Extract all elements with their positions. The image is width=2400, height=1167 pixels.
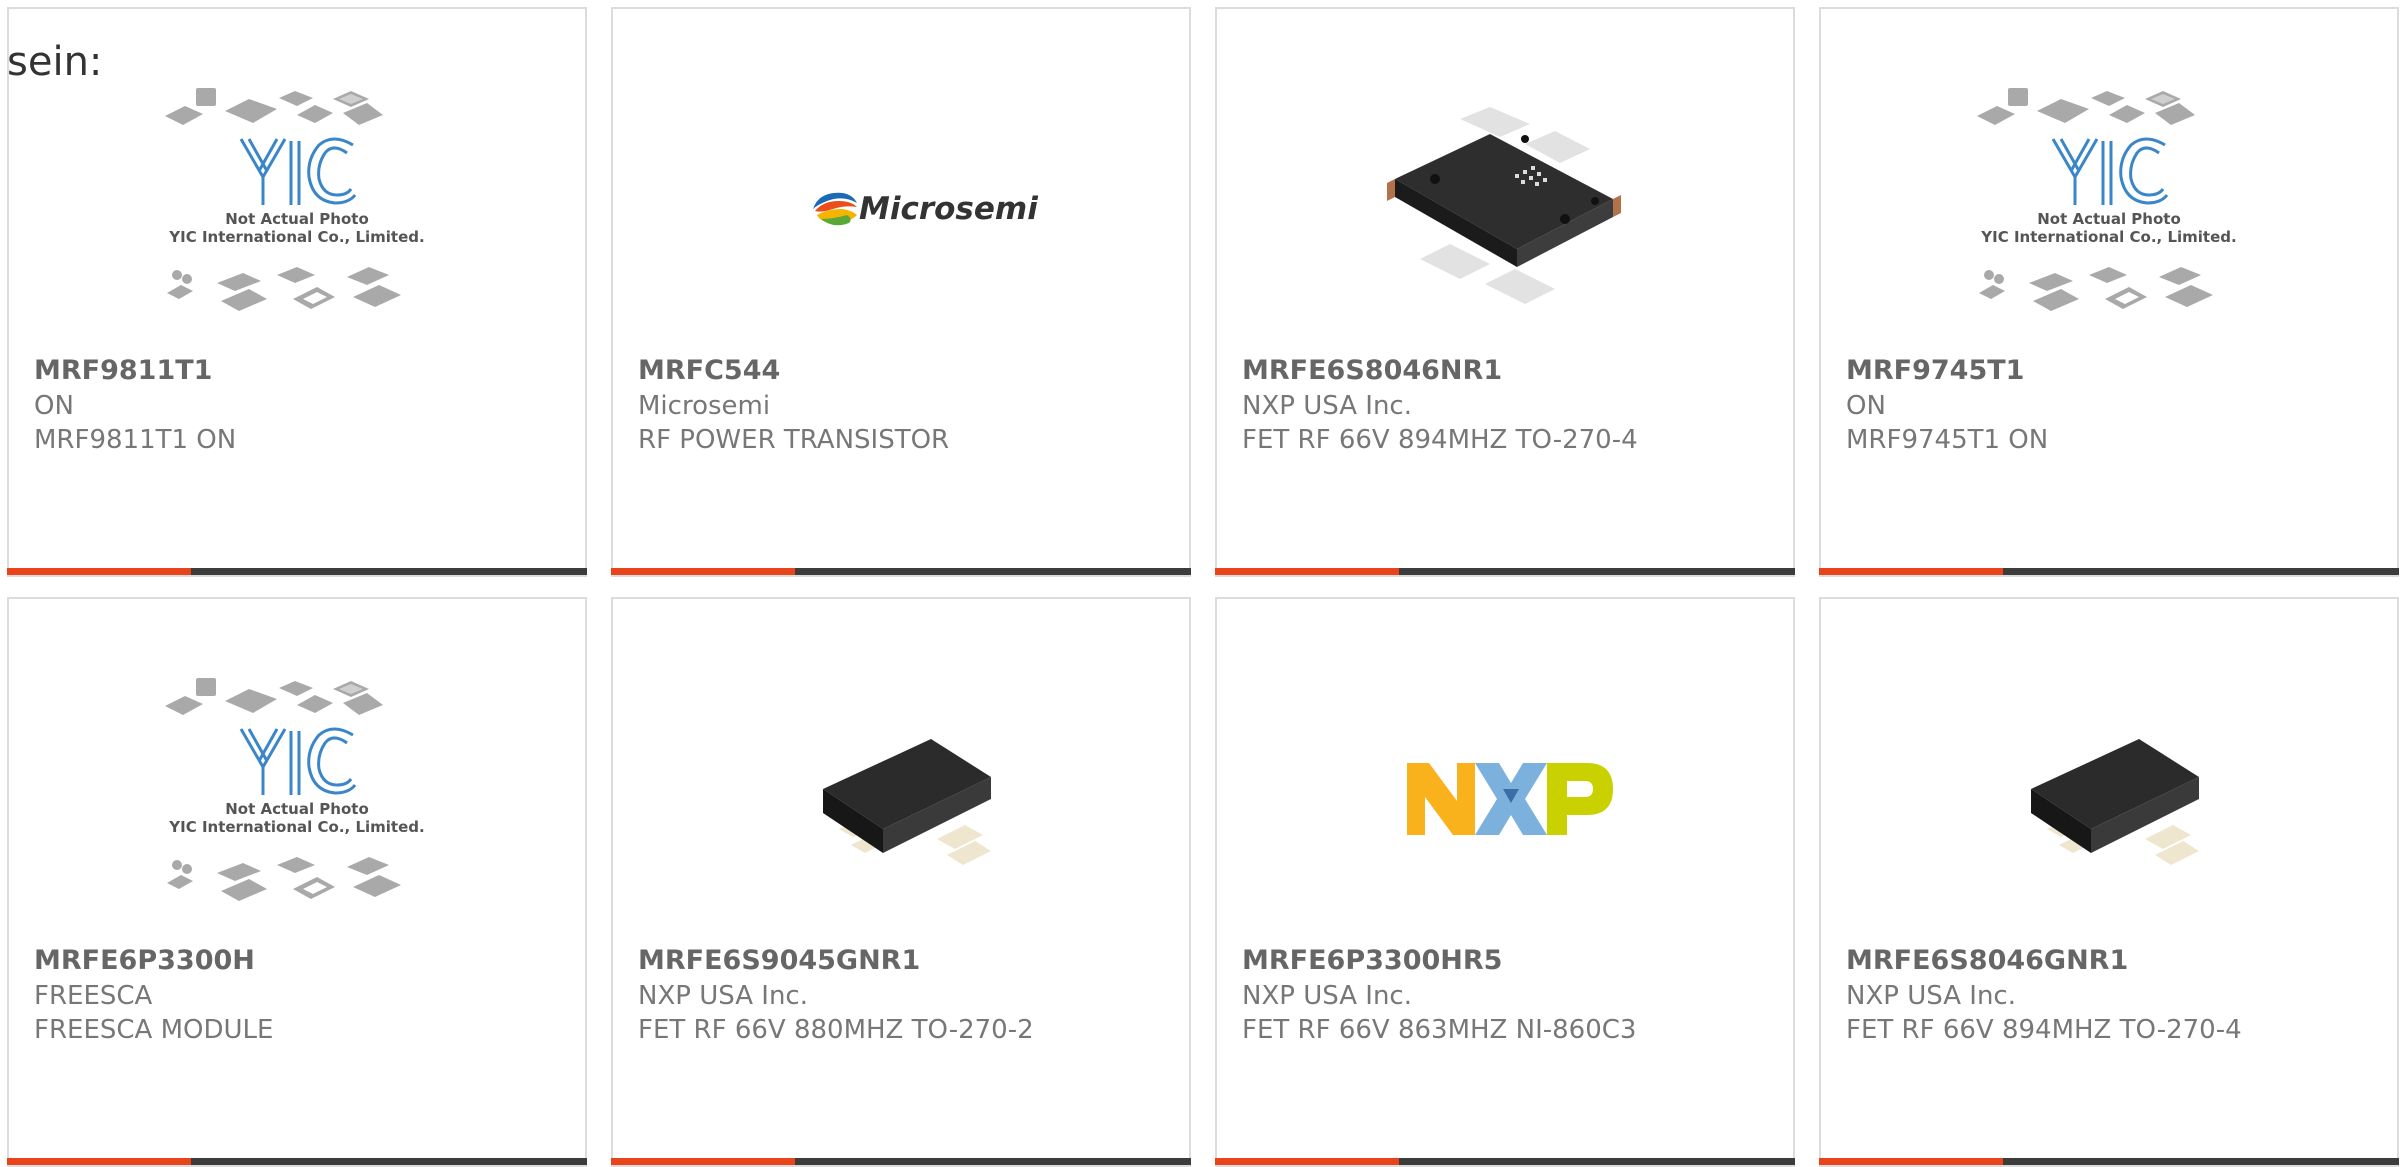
yic-placeholder-image: Not Actual Photo YIC International Co., … [165,88,425,311]
product-description: FET RF 66V 894MHZ TO-270-4 [1846,1015,2242,1045]
product-part-number[interactable]: MRF9745T1 [1846,354,2024,388]
product-part-number[interactable]: MRFE6S9045GNR1 [638,944,920,978]
placeholder-line1: Not Actual Photo [225,210,369,228]
product-card[interactable]: MRFE6S8046NR1 NXP USA Inc. FET RF 66V 894M… [1215,7,1795,577]
product-card[interactable]: MRFE6P3300HR5 NXP USA Inc. FET RF 66V 863M… [1215,597,1795,1167]
product-description: MRF9745T1 ON [1846,425,2049,455]
product-part-number[interactable]: MRFE6P3300HR5 [1242,944,1502,978]
card-bottom-bar [1215,1158,1795,1165]
card-accent-stripe [7,1158,191,1165]
product-part-number[interactable]: MRFE6P3300H [34,944,255,978]
product-manufacturer: Microsemi [638,391,771,421]
product-description: RF POWER TRANSISTOR [638,425,950,455]
product-part-number[interactable]: MRFE6S8046NR1 [1242,354,1502,388]
product-manufacturer: NXP USA Inc. [638,981,808,1011]
product-manufacturer: FREESCA [34,981,153,1011]
product-card[interactable]: Not Actual Photo YIC International Co., … [7,7,587,577]
product-part-number[interactable]: MRF9811T1 [34,354,212,388]
product-description: FET RF 66V 863MHZ NI-860C3 [1242,1015,1637,1045]
product-manufacturer: NXP USA Inc. [1242,391,1412,421]
product-description: FREESCA MODULE [34,1015,274,1045]
card-bottom-bar [7,1158,587,1165]
card-bottom-bar [1819,1158,2399,1165]
product-manufacturer: ON [34,391,74,421]
to270-2-package-image [2031,739,2199,865]
card-bottom-bar [7,568,587,575]
product-grid: Not Actual Photo YIC International Co., … [0,0,2400,1167]
product-image[interactable]: Not Actual Photo YIC International Co., … [9,69,585,349]
product-manufacturer: NXP USA Inc. [1846,981,2016,1011]
yic-placeholder-image: Not Actual Photo YIC International Co., … [1977,88,2237,311]
to270-4-package-image [1387,107,1621,304]
product-description: MRF9811T1 ON [34,425,237,455]
card-accent-stripe [1215,1158,1399,1165]
nxp-logo [1407,763,1613,835]
card-accent-stripe [1819,1158,2003,1165]
product-card[interactable]: MRFE6S8046GNR1 NXP USA Inc. FET RF 66V 894… [1819,597,2399,1167]
product-card[interactable]: Not Actual Photo YIC International Co., … [7,597,587,1167]
placeholder-line2: YIC International Co., Limited. [168,818,424,836]
placeholder-line2: YIC International Co., Limited. [168,228,424,246]
card-accent-stripe [1215,568,1399,575]
placeholder-line1: Not Actual Photo [225,800,369,818]
product-manufacturer: NXP USA Inc. [1242,981,1412,1011]
product-image[interactable]: Microsemi [613,69,1189,349]
product-image[interactable]: Not Actual Photo YIC International Co., … [9,659,585,939]
product-image[interactable] [613,659,1189,939]
card-accent-stripe [611,568,795,575]
product-description: FET RF 66V 894MHZ TO-270-4 [1242,425,1638,455]
product-image[interactable] [1821,659,2397,939]
product-image[interactable] [1217,69,1793,349]
microsemi-logo: Microsemi [813,191,1038,227]
card-accent-stripe [7,568,191,575]
product-image[interactable] [1217,659,1793,939]
yic-placeholder-image: Not Actual Photo YIC International Co., … [165,678,425,901]
card-bottom-bar [611,568,1191,575]
card-accent-stripe [611,1158,795,1165]
placeholder-line1: Not Actual Photo [2037,210,2181,228]
product-image[interactable]: Not Actual Photo YIC International Co., … [1821,69,2397,349]
card-accent-stripe [1819,568,2003,575]
product-card[interactable]: Not Actual Photo YIC International Co., … [1819,7,2399,577]
product-description: FET RF 66V 880MHZ TO-270-2 [638,1015,1034,1045]
card-bottom-bar [1215,568,1795,575]
placeholder-line2: YIC International Co., Limited. [1980,228,2236,246]
card-bottom-bar [611,1158,1191,1165]
product-part-number[interactable]: MRFC544 [638,354,780,388]
product-card[interactable]: Microsemi MRFC544 Microsemi RF POWER TRANS… [611,7,1191,577]
product-card[interactable]: MRFE6S9045GNR1 NXP USA Inc. FET RF 66V 880… [611,597,1191,1167]
microsemi-wordmark: Microsemi [859,191,1038,227]
to270-2-package-image [823,739,991,865]
product-part-number[interactable]: MRFE6S8046GNR1 [1846,944,2128,978]
product-manufacturer: ON [1846,391,1886,421]
card-bottom-bar [1819,568,2399,575]
page-heading: sein: [7,39,103,85]
